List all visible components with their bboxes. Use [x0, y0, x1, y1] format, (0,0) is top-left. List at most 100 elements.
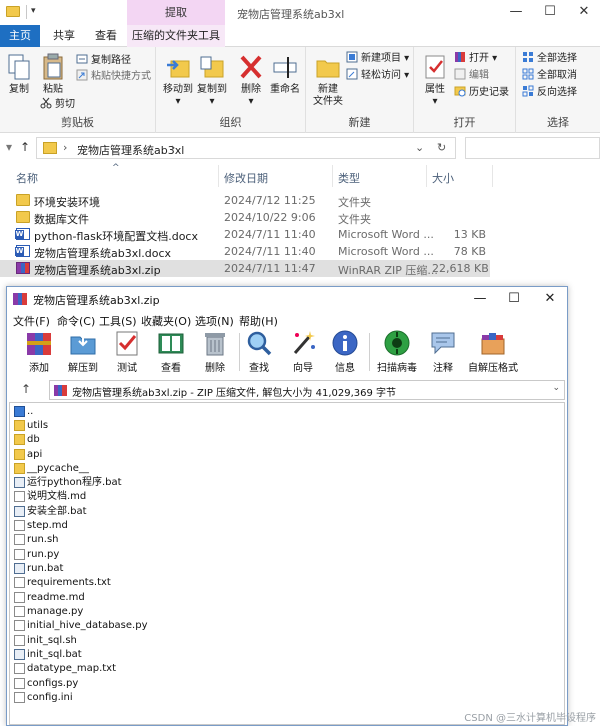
- close-icon[interactable]: ✕: [570, 3, 598, 21]
- archive-path-box[interactable]: 宠物店管理系统ab3xl.zip - ZIP 压缩文件, 解包大小为 41,02…: [49, 380, 565, 400]
- file-name: 宠物店管理系统ab3xl.zip: [34, 264, 161, 277]
- extract-context-tab[interactable]: 提取: [127, 0, 225, 25]
- new-folder-icon: [316, 60, 340, 78]
- divider[interactable]: [492, 165, 493, 187]
- tab-view[interactable]: 查看: [86, 25, 126, 47]
- delete-button[interactable]: 删除: [195, 329, 235, 374]
- copy-to-button[interactable]: 复制到 ▾: [196, 53, 228, 108]
- divider[interactable]: [218, 165, 219, 187]
- chevron-down-icon[interactable]: ▾: [6, 140, 12, 154]
- column-date-header[interactable]: 修改日期: [224, 170, 268, 186]
- folder-icon: [16, 211, 30, 223]
- edit-button[interactable]: 编辑: [454, 68, 489, 82]
- menu-file[interactable]: 文件(F): [13, 313, 50, 329]
- refresh-icon[interactable]: ↻: [437, 141, 446, 154]
- properties-icon: [425, 55, 445, 79]
- chevron-right-icon[interactable]: ›: [63, 141, 67, 154]
- view-button[interactable]: 查看: [151, 329, 191, 374]
- column-name-header[interactable]: 名称: [16, 170, 38, 186]
- entry-name: step.md: [27, 520, 68, 531]
- winrar-icon: [13, 293, 27, 305]
- virus-scan-button[interactable]: 扫描病毒: [373, 329, 421, 374]
- select-all-button[interactable]: 全部选择: [522, 51, 577, 65]
- minimize-icon[interactable]: —: [463, 289, 497, 309]
- new-item-icon: [346, 51, 358, 63]
- file-icon: [14, 606, 25, 617]
- tab-compressed-folder-tools[interactable]: 压缩的文件夹工具: [127, 25, 225, 47]
- close-icon[interactable]: ✕: [533, 289, 567, 309]
- maximize-icon[interactable]: ☐: [536, 3, 564, 21]
- up-arrow-icon[interactable]: ↑: [21, 382, 31, 396]
- find-button[interactable]: 查找: [239, 329, 279, 374]
- search-input[interactable]: [465, 137, 600, 159]
- column-type-header[interactable]: 类型: [338, 170, 360, 186]
- menu-tools[interactable]: 工具(S): [99, 313, 137, 329]
- file-row[interactable]: 环境安装环境 2024/7/12 11:25 文件夹: [0, 192, 600, 209]
- menu-help[interactable]: 帮助(H): [239, 313, 278, 329]
- file-name: 宠物店管理系统ab3xl.docx: [34, 247, 172, 260]
- entry-name: datatype_map.txt: [27, 663, 117, 674]
- divider[interactable]: [426, 165, 427, 187]
- properties-button[interactable]: 属性 ▾: [418, 53, 452, 108]
- new-item-button[interactable]: 新建项目 ▾: [346, 51, 409, 65]
- file-date: 2024/10/22 9:06: [224, 211, 316, 224]
- history-button[interactable]: 历史记录: [454, 85, 509, 99]
- sfx-button[interactable]: 自解压格式: [463, 329, 523, 374]
- sort-caret-icon: ^: [112, 163, 120, 173]
- scissors-icon: [40, 97, 52, 109]
- invert-selection-button[interactable]: 反向选择: [522, 85, 577, 99]
- minimize-icon[interactable]: —: [502, 3, 530, 21]
- comment-button[interactable]: 注释: [423, 329, 463, 374]
- copy-path-label: 复制路径: [91, 55, 131, 66]
- up-arrow-icon[interactable]: ↑: [20, 140, 30, 154]
- test-button[interactable]: 测试: [107, 329, 147, 374]
- add-label: 添加: [29, 363, 49, 374]
- column-size-header[interactable]: 大小: [432, 170, 454, 186]
- address-history-dropdown-icon[interactable]: ⌄: [415, 141, 424, 154]
- cut-button[interactable]: 剪切: [40, 97, 75, 111]
- ribbon: 复制 粘贴 复制路径 粘贴快捷方式 剪切 剪贴板 移动到 ▾ 复制到 ▾ 删除 …: [0, 47, 600, 133]
- open-button[interactable]: 打开 ▾: [454, 51, 497, 65]
- rename-button[interactable]: 重命名: [268, 53, 302, 96]
- paste-shortcut-button[interactable]: 粘贴快捷方式: [76, 69, 151, 83]
- maximize-icon[interactable]: ☐: [497, 289, 531, 309]
- book-view-icon: [158, 333, 184, 354]
- edit-icon: [454, 68, 466, 80]
- file-size: 22,618 KB: [432, 262, 489, 275]
- file-row[interactable]: python-flask环境配置文档.docx 2024/7/11 11:40 …: [0, 226, 600, 243]
- open-group-label: 打开: [453, 116, 476, 129]
- virus-scan-icon: [384, 330, 410, 356]
- quick-access-dropdown-icon[interactable]: ▾: [31, 6, 36, 16]
- file-row-selected[interactable]: 宠物店管理系统ab3xl.zip 2024/7/11 11:47 WinRAR …: [0, 260, 490, 277]
- file-size: 78 KB: [453, 245, 486, 258]
- winrar-archive-icon: [54, 385, 67, 396]
- wizard-button[interactable]: 向导: [283, 329, 323, 374]
- delete-button[interactable]: 删除 ▾: [236, 53, 266, 108]
- divider[interactable]: [332, 165, 333, 187]
- tab-share[interactable]: 共享: [44, 25, 84, 47]
- file-row[interactable]: 宠物店管理系统ab3xl.docx 2024/7/11 11:40 Micros…: [0, 243, 600, 260]
- menu-favorites[interactable]: 收藏夹(O): [141, 313, 191, 329]
- add-button[interactable]: 添加: [19, 329, 59, 374]
- file-row[interactable]: 数据库文件 2024/10/22 9:06 文件夹: [0, 209, 600, 226]
- file-name: python-flask环境配置文档.docx: [34, 230, 198, 243]
- select-none-button[interactable]: 全部取消: [522, 68, 577, 82]
- batch-file-icon: [14, 477, 25, 488]
- select-none-icon: [522, 68, 534, 80]
- move-to-button[interactable]: 移动到 ▾: [162, 53, 194, 108]
- tab-home[interactable]: 主页: [0, 25, 40, 47]
- extract-to-button[interactable]: 解压到: [63, 329, 103, 374]
- chevron-right-icon[interactable]: ›: [171, 141, 175, 154]
- info-button[interactable]: 信息: [325, 329, 365, 374]
- address-bar[interactable]: › 宠物店管理系统ab3xl › ⌄ ↻: [36, 137, 456, 159]
- menu-options[interactable]: 选项(N): [195, 313, 234, 329]
- chevron-down-icon[interactable]: ⌄: [552, 383, 560, 393]
- new-folder-button[interactable]: 新建 文件夹: [310, 53, 346, 108]
- paste-button[interactable]: 粘贴: [38, 53, 68, 96]
- copy-button[interactable]: 复制: [4, 53, 34, 96]
- easy-access-button[interactable]: 轻松访问 ▾: [346, 68, 409, 82]
- find-label: 查找: [249, 363, 269, 374]
- copy-path-button[interactable]: 复制路径: [76, 53, 131, 67]
- wizard-wand-icon: [293, 331, 315, 354]
- menu-commands[interactable]: 命令(C): [57, 313, 95, 329]
